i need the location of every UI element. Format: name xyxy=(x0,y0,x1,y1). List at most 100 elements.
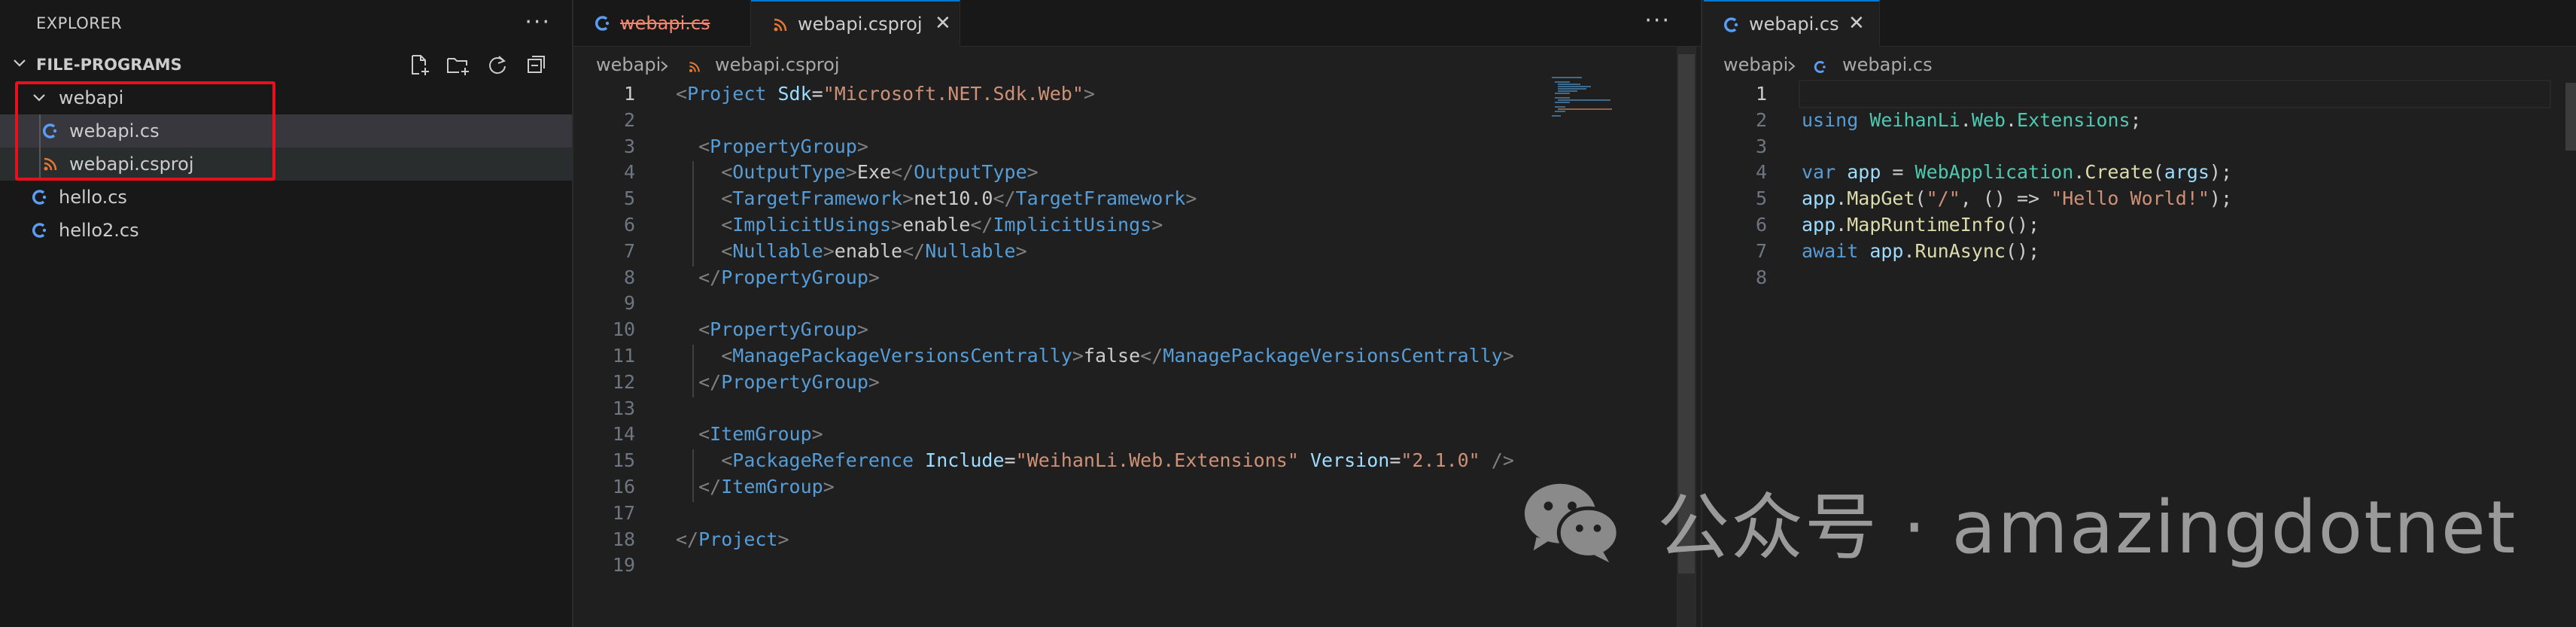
line-number: 13 xyxy=(612,397,635,419)
code-line: 1 <Project Sdk="Microsoft.NET.Sdk.Web"> xyxy=(573,83,1701,111)
code-line: 6 app.MapRuntimeInfo(); xyxy=(1704,214,2576,242)
new-file-icon[interactable] xyxy=(406,53,432,77)
line-number: 18 xyxy=(612,528,635,550)
indent-guide xyxy=(692,161,694,266)
code-text: <PropertyGroup> xyxy=(698,318,868,341)
code-line: 2 using WeihanLi.Web.Extensions; xyxy=(1704,109,2576,138)
line-number: 1 xyxy=(1755,83,1767,105)
tree-item-hello2-cs[interactable]: hello2.cs xyxy=(0,214,572,247)
code-text: var app = WebApplication.Create(args); xyxy=(1802,161,2233,184)
tab-webapi-csproj[interactable]: webapi.csproj ✕ xyxy=(751,0,960,47)
folder-section-header[interactable]: FILE-PROGRAMS xyxy=(0,47,572,83)
line-number: 3 xyxy=(1755,135,1767,157)
breadcrumb-file[interactable]: webapi.csproj xyxy=(715,54,840,75)
chevron-right-icon xyxy=(1788,61,1796,72)
line-number: 5 xyxy=(1755,187,1767,210)
line-number: 12 xyxy=(612,370,635,393)
code-line: 7 await app.RunAsync(); xyxy=(1704,240,2576,269)
code-text: <TargetFramework>net10.0</TargetFramewor… xyxy=(721,187,1197,210)
csharp-icon xyxy=(1723,17,1738,32)
tab-webapi-cs[interactable]: webapi.cs ✕ xyxy=(1704,0,1880,47)
code-text: <PropertyGroup> xyxy=(698,135,868,157)
watermark: 公众号 · amazingdotnet xyxy=(1520,461,2517,581)
code-text: <ImplicitUsings>enable</ImplicitUsings> xyxy=(721,214,1163,236)
watermark-text: 公众号 · amazingdotnet xyxy=(1657,485,2517,570)
code-text: await app.RunAsync(); xyxy=(1802,239,2040,262)
code-text: <ItemGroup> xyxy=(698,423,823,446)
breadcrumb: webapi webapi.csproj xyxy=(573,47,1701,84)
code-line: 3 <PropertyGroup> xyxy=(573,135,1701,164)
code-line: 3 xyxy=(1704,135,2576,164)
indent-guide xyxy=(692,345,694,397)
refresh-icon[interactable] xyxy=(485,53,510,77)
chevron-down-icon xyxy=(14,59,26,67)
line-number: 14 xyxy=(612,423,635,446)
code-line: 14 <ItemGroup> xyxy=(573,423,1701,452)
indent-guide xyxy=(692,449,694,502)
line-number: 17 xyxy=(612,501,635,524)
code-line: 5 app.MapGet("/", () => "Hello World!"); xyxy=(1704,187,2576,216)
tab-bar: webapi.cs ✕ xyxy=(1704,0,2576,47)
minimap[interactable] xyxy=(1552,75,1672,135)
tab-webapi-cs-deleted[interactable]: webapi.cs xyxy=(573,0,751,47)
scrollbar-thumb[interactable] xyxy=(2565,83,2576,151)
code-line: 2 xyxy=(573,109,1701,138)
editor-more-actions-icon[interactable]: ··· xyxy=(1644,8,1671,34)
code-line: 5 <TargetFramework>net10.0</TargetFramew… xyxy=(573,187,1701,216)
new-folder-icon[interactable] xyxy=(446,53,471,77)
code-text: </PropertyGroup> xyxy=(698,266,880,288)
line-number: 11 xyxy=(612,345,635,367)
code-text: <Project Sdk="Microsoft.NET.Sdk.Web"> xyxy=(676,83,1095,105)
code-line: 13 xyxy=(573,397,1701,426)
line-number: 1 xyxy=(623,83,635,105)
tab-label: webapi.csproj xyxy=(798,14,923,35)
line-number: 8 xyxy=(623,266,635,288)
line-number: 2 xyxy=(623,108,635,131)
tree-item-hello-cs[interactable]: hello.cs xyxy=(0,181,572,214)
line-number: 7 xyxy=(1755,239,1767,262)
rss-icon xyxy=(689,62,700,72)
code-line: 7 <Nullable>enable</Nullable> xyxy=(573,240,1701,269)
explorer-header: EXPLORER ··· xyxy=(0,0,572,47)
explorer-sidebar: EXPLORER ··· FILE-PROGRAMS webapi webapi… xyxy=(0,0,573,627)
code-line: 10 <PropertyGroup> xyxy=(573,318,1701,347)
breadcrumb-file[interactable]: webapi.cs xyxy=(1842,54,1933,75)
line-number: 4 xyxy=(1755,161,1767,184)
line-number: 4 xyxy=(623,161,635,184)
csharp-icon xyxy=(1814,61,1826,73)
line-number: 3 xyxy=(623,135,635,157)
close-icon[interactable]: ✕ xyxy=(1848,12,1865,35)
tree-item-label: hello.cs xyxy=(59,187,127,208)
line-number: 8 xyxy=(1755,266,1767,288)
tab-label: webapi.cs xyxy=(620,13,710,34)
breadcrumb-folder[interactable]: webapi xyxy=(1723,54,1788,75)
line-number: 16 xyxy=(612,476,635,498)
code-line: 4 var app = WebApplication.Create(args); xyxy=(1704,161,2576,190)
annotation-highlight-box xyxy=(15,81,275,181)
csharp-file-icon xyxy=(32,223,47,238)
tree-item-label: hello2.cs xyxy=(59,220,139,241)
breadcrumb-folder[interactable]: webapi xyxy=(596,54,661,75)
breadcrumb: webapi webapi.cs xyxy=(1704,47,2576,84)
code-text: </ItemGroup> xyxy=(698,476,835,498)
code-text: app.MapRuntimeInfo(); xyxy=(1802,214,2040,236)
explorer-more-actions-icon[interactable]: ··· xyxy=(525,9,551,35)
code-line: 6 <ImplicitUsings>enable</ImplicitUsings… xyxy=(573,214,1701,242)
current-line-highlight xyxy=(1799,80,2551,108)
line-number: 9 xyxy=(623,292,635,315)
line-number: 6 xyxy=(1755,214,1767,236)
code-text: <PackageReference Include="WeihanLi.Web.… xyxy=(721,449,1514,472)
csharp-file-icon xyxy=(32,190,47,205)
line-number: 6 xyxy=(623,214,635,236)
line-number: 7 xyxy=(623,239,635,262)
explorer-title: EXPLORER xyxy=(36,14,123,32)
workspace-folder-name: FILE-PROGRAMS xyxy=(36,56,182,74)
close-icon[interactable]: ✕ xyxy=(935,12,951,35)
collapse-all-icon[interactable] xyxy=(524,53,549,77)
code-text: using WeihanLi.Web.Extensions; xyxy=(1802,108,2142,131)
line-number: 19 xyxy=(612,554,635,577)
explorer-toolbar xyxy=(406,53,549,77)
tab-bar: webapi.cs webapi.csproj ✕ ··· xyxy=(573,0,1701,47)
line-number: 2 xyxy=(1755,108,1767,131)
line-number: 5 xyxy=(623,187,635,210)
